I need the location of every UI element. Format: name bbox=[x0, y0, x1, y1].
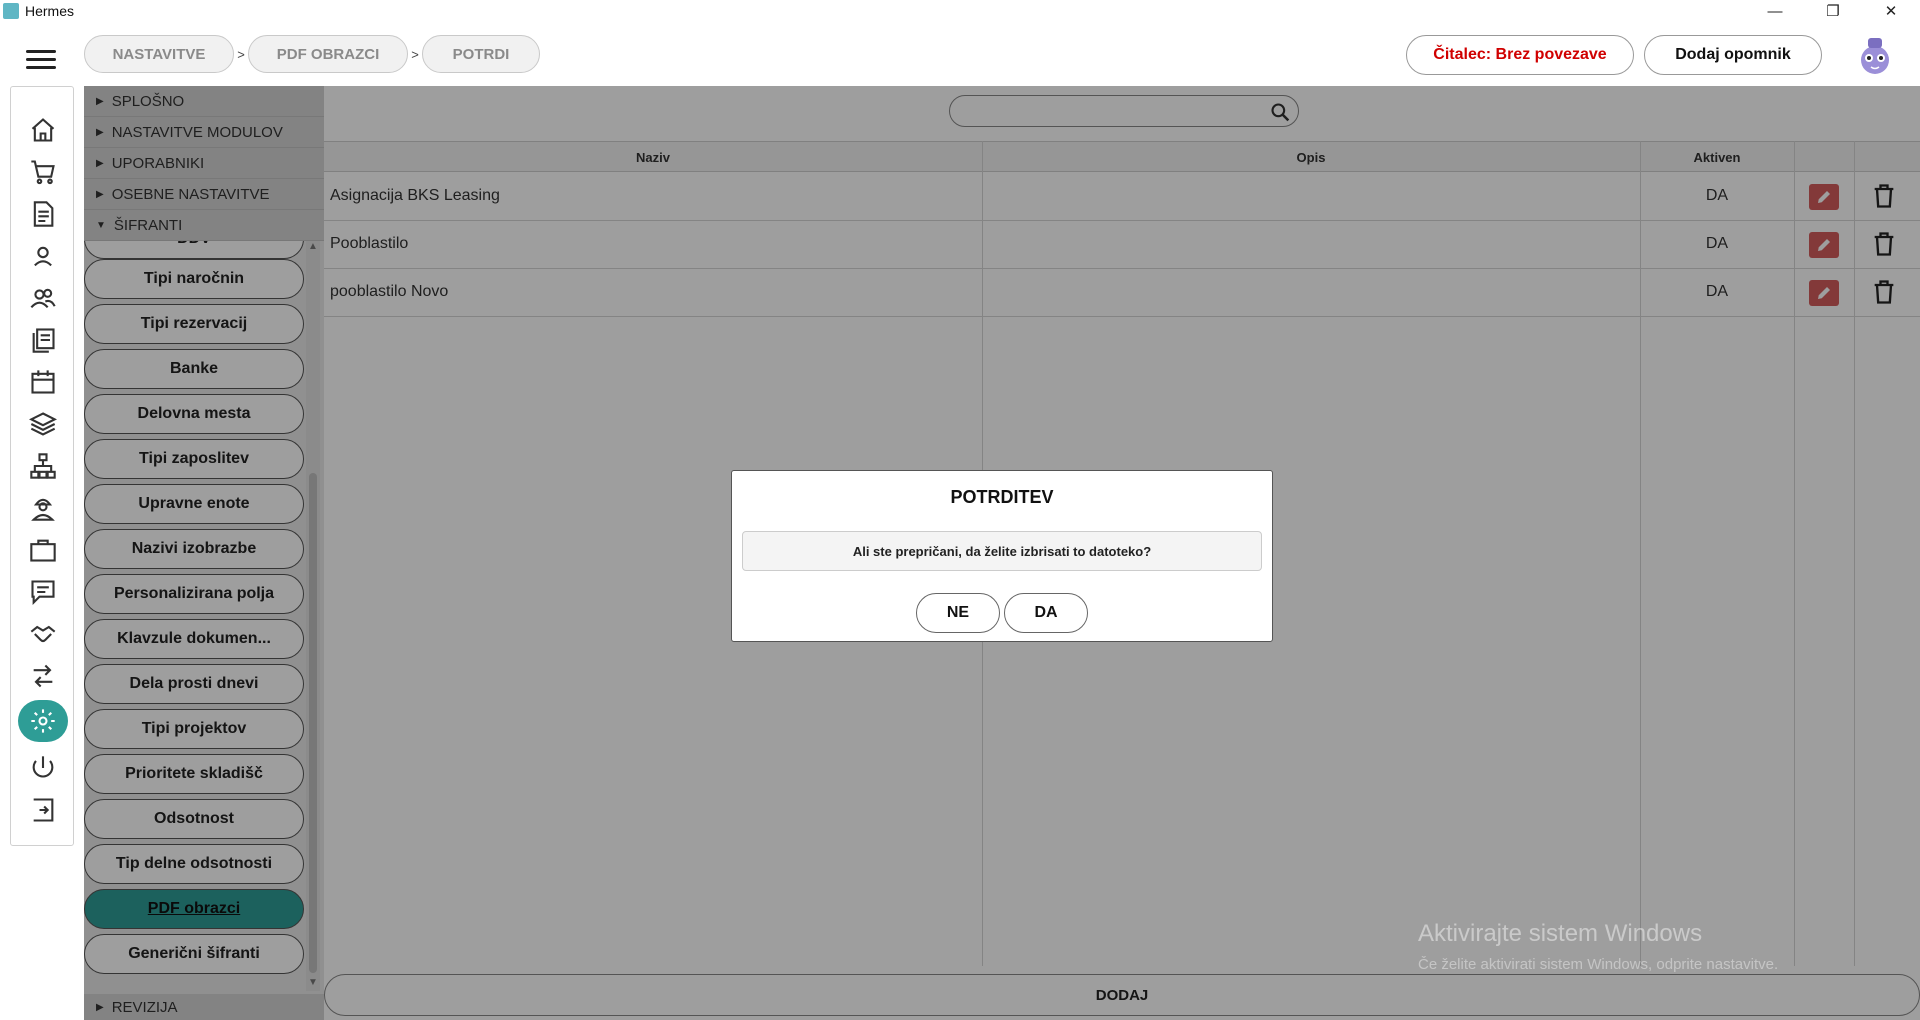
calendar-icon[interactable] bbox=[28, 367, 58, 397]
yes-button[interactable]: DA bbox=[1004, 593, 1088, 633]
briefcase-icon[interactable] bbox=[28, 535, 58, 565]
power-icon[interactable] bbox=[28, 753, 58, 783]
user-icon[interactable] bbox=[28, 241, 58, 271]
menu-icon[interactable] bbox=[26, 50, 56, 74]
logout-icon[interactable] bbox=[28, 795, 58, 825]
add-reminder-button[interactable]: Dodaj opomnik bbox=[1644, 35, 1822, 75]
worker-icon[interactable] bbox=[28, 493, 58, 523]
breadcrumb-separator: > bbox=[237, 46, 245, 62]
maximize-button[interactable]: ❐ bbox=[1804, 0, 1862, 22]
windows-activation-watermark: Aktivirajte sistem Windows bbox=[1418, 920, 1703, 947]
breadcrumb-separator: > bbox=[411, 46, 419, 62]
windows-activation-hint: Če želite aktivirati sistem Windows, odp… bbox=[1418, 956, 1779, 973]
top-bar: NASTAVITVE > PDF OBRAZCI > POTRDI Čitale… bbox=[0, 22, 1920, 86]
cart-icon[interactable] bbox=[28, 157, 58, 187]
avatar[interactable] bbox=[1858, 34, 1892, 76]
breadcrumb: NASTAVITVE > PDF OBRAZCI > POTRDI bbox=[84, 35, 540, 73]
chat-icon[interactable] bbox=[28, 577, 58, 607]
transfer-icon[interactable] bbox=[28, 661, 58, 691]
dialog-title: POTRDITEV bbox=[950, 487, 1054, 507]
dialog-message: Ali ste prepričani, da želite izbrisati … bbox=[742, 531, 1262, 571]
hierarchy-icon[interactable] bbox=[28, 451, 58, 481]
documents-icon[interactable] bbox=[28, 325, 58, 355]
close-window-button[interactable]: ✕ bbox=[1862, 0, 1920, 22]
window-title: Hermes bbox=[25, 3, 75, 19]
icon-rail bbox=[10, 86, 74, 846]
title-bar: Hermes — ❐ ✕ bbox=[0, 0, 1920, 22]
minimize-button[interactable]: — bbox=[1746, 0, 1804, 22]
breadcrumb-nastavitve[interactable]: NASTAVITVE bbox=[84, 35, 234, 73]
document-icon[interactable] bbox=[28, 199, 58, 229]
breadcrumb-pdf-obrazci[interactable]: PDF OBRAZCI bbox=[248, 35, 408, 73]
no-button[interactable]: NE bbox=[916, 593, 1000, 633]
users-icon[interactable] bbox=[28, 283, 58, 313]
reader-status-button[interactable]: Čitalec: Brez povezave bbox=[1406, 35, 1634, 75]
confirmation-dialog: POTRDITEV Ali ste prepričani, da želite … bbox=[731, 470, 1273, 642]
settings-gear-icon[interactable] bbox=[18, 700, 68, 742]
home-icon[interactable] bbox=[28, 115, 58, 145]
app-logo-icon bbox=[3, 3, 19, 19]
handshake-icon[interactable] bbox=[28, 619, 58, 649]
layers-icon[interactable] bbox=[28, 409, 58, 439]
breadcrumb-potrdi[interactable]: POTRDI bbox=[422, 35, 540, 73]
